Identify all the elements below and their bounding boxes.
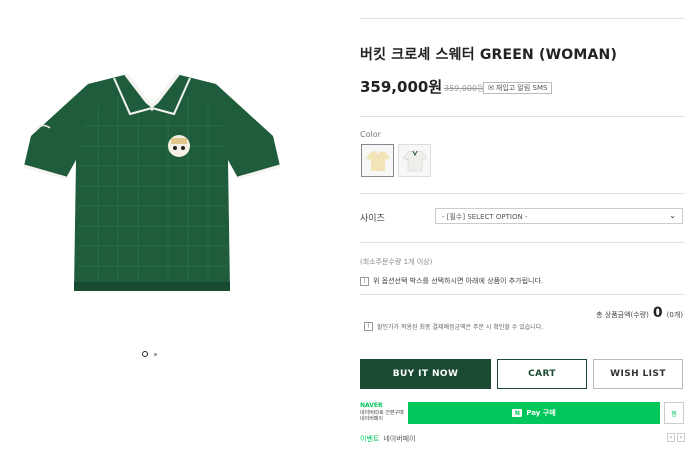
old-price: 359,000원 xyxy=(444,84,485,93)
naver-zzim-button[interactable]: 찜 xyxy=(664,402,684,424)
total-unit: (0개) xyxy=(666,311,683,319)
total-value: 0 xyxy=(652,305,663,321)
product-title: 버킷 크로셰 스웨터 GREEN (WOMAN) xyxy=(360,47,618,63)
naver-pay-button[interactable]: N Pay 구매 xyxy=(408,402,660,424)
buy-now-button[interactable]: BUY IT NOW xyxy=(360,359,491,389)
white-sweater-thumb xyxy=(402,150,427,171)
size-label: 사이즈 xyxy=(360,214,385,224)
tax-notice-text: 할인가가 적용된 최종 결제예정금액은 주문 시 확인할 수 있습니다. xyxy=(377,324,544,331)
size-select[interactable]: - [필수] SELECT OPTION - ⌄ xyxy=(435,208,683,224)
carousel-dot[interactable] xyxy=(154,352,157,356)
color-swatch-white[interactable] xyxy=(398,144,431,177)
total-label: 총 상품금액(수량) xyxy=(596,311,649,319)
cream-sweater-thumb xyxy=(365,150,390,171)
naver-event-row: 이벤트 네이버페이 ‹ › xyxy=(360,433,685,444)
cart-button[interactable]: CART xyxy=(497,359,587,389)
color-swatch-cream[interactable] xyxy=(361,144,394,177)
product-image xyxy=(23,72,281,291)
bell-icon: ✉ xyxy=(488,84,494,92)
divider xyxy=(360,294,685,295)
carousel-dot-active[interactable] xyxy=(142,351,148,357)
size-select-value: - [필수] SELECT OPTION - xyxy=(442,213,528,221)
restock-sms-button[interactable]: ✉ 재입고 알림 SMS xyxy=(483,82,553,94)
option-notice: ! 위 옵션선택 박스를 선택하시면 아래에 상품이 추가됩니다. xyxy=(360,276,543,286)
product-image-area xyxy=(0,0,340,466)
color-label: Color xyxy=(360,130,381,139)
naver-pay-label: Pay 구매 xyxy=(526,409,556,417)
info-icon: ! xyxy=(364,322,373,331)
min-quantity-note: (최소주문수량 1개 이상) xyxy=(360,258,433,266)
info-icon: ! xyxy=(360,276,369,286)
naver-n-icon: N xyxy=(512,409,523,417)
naver-logo: NAVER xyxy=(360,402,383,409)
tax-notice: ! 할인가가 적용된 최종 결제예정금액은 주문 시 확인할 수 있습니다. xyxy=(364,322,543,331)
naver-pay-area: NAVER 네이버ID로 간편구매 네이버페이 N Pay 구매 찜 xyxy=(360,400,685,426)
event-text[interactable]: 네이버페이 xyxy=(383,434,415,444)
divider xyxy=(360,18,685,19)
event-label: 이벤트 xyxy=(360,435,380,443)
chevron-right-icon[interactable]: › xyxy=(677,433,685,442)
product-details: 버킷 크로셰 스웨터 GREEN (WOMAN) 359,000원 359,00… xyxy=(360,0,685,466)
naver-sub-line2: 네이버페이 xyxy=(360,416,384,422)
option-notice-text: 위 옵션선택 박스를 선택하시면 아래에 상품이 추가됩니다. xyxy=(373,277,544,285)
divider xyxy=(360,116,685,117)
wish-list-button[interactable]: WISH LIST xyxy=(593,359,683,389)
chevron-down-icon: ⌄ xyxy=(669,211,676,220)
chevron-left-icon[interactable]: ‹ xyxy=(667,433,675,442)
naver-sub-text: 네이버ID로 간편구매 네이버페이 xyxy=(360,410,404,422)
total-price: 총 상품금액(수량) 0 (0개) xyxy=(596,305,683,321)
divider xyxy=(360,193,685,194)
sms-label: 재입고 알림 SMS xyxy=(495,84,548,92)
carousel-indicators xyxy=(142,351,157,357)
product-price: 359,000원 xyxy=(360,78,443,96)
event-nav: ‹ › xyxy=(667,433,685,442)
divider xyxy=(360,242,685,243)
